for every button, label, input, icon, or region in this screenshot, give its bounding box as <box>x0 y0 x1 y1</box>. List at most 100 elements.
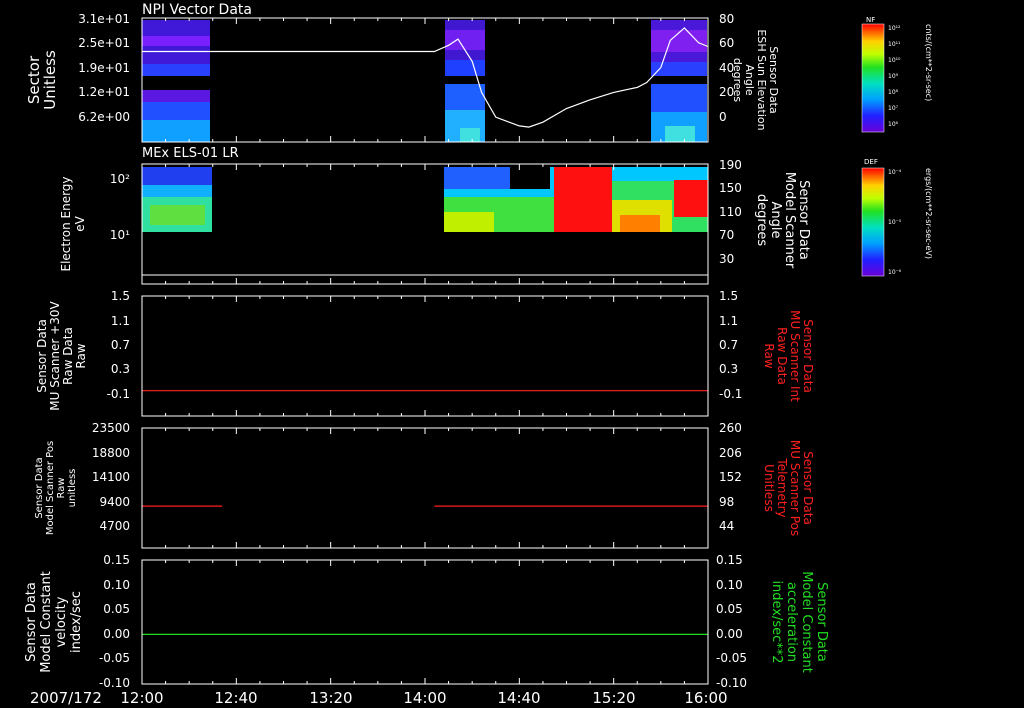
heatmap-block <box>445 60 485 76</box>
ytick-label: 80 <box>719 12 734 26</box>
axis-label-line: Sensor Data <box>796 180 811 260</box>
time-tick-labels: 12:00 12:40 13:20 14:00 14:40 15:20 16:0… <box>120 689 727 707</box>
ytick-label: 6.2e+00 <box>78 110 130 124</box>
ytick-label: 98 <box>719 495 734 509</box>
axis-label-line: unitless <box>67 469 78 508</box>
panel-els: 10² 10¹ 190 150 110 70 30 Electron Energ… <box>59 158 933 285</box>
panel-4-right-label: Sensor Data MU Scanner Pos Telemetry Uni… <box>762 440 815 536</box>
ytick-label: -0.05 <box>716 651 747 665</box>
heatmap-block <box>460 128 480 142</box>
ytick-label: 206 <box>719 446 742 460</box>
panel-3-left-ticklabels: 1.5 1.1 0.7 0.3 -0.1 <box>107 289 130 401</box>
axis-label-line: MU Scanner Pos <box>788 440 802 536</box>
ytick-label: 44 <box>719 519 734 533</box>
axis-label-line: Sensor Data <box>34 457 45 518</box>
ytick-label: 110 <box>719 205 742 219</box>
panel-3-right-ticklabels: 1.5 1.1 0.7 0.3 -0.1 <box>719 289 742 401</box>
panel-2-heatmap <box>142 167 708 232</box>
ytick-label: 0.15 <box>716 553 743 567</box>
ytick-label: 14100 <box>92 470 130 484</box>
panel-3-right-label: Sensor Data MU Scanner Int Raw Data Raw <box>762 310 815 402</box>
axis-label-line: index/sec**2 <box>769 580 784 663</box>
heatmap-block <box>142 64 210 76</box>
colorbar-tick: 10⁻⁴ <box>888 169 902 176</box>
panel-2-title: MEx ELS-01 LR <box>142 146 239 161</box>
time-tick-label: 15:20 <box>592 689 635 707</box>
ytick-label: 2.5e+01 <box>78 36 130 50</box>
ytick-label: 10¹ <box>110 228 130 242</box>
panel-1-frame <box>141 17 709 143</box>
date-label: 2007/172 <box>30 689 102 707</box>
axis-label-line: eV <box>73 215 87 231</box>
heatmap-block <box>445 30 485 50</box>
axis-label-line: Sensor Data <box>35 319 49 393</box>
ytick-label: 3.1e+01 <box>78 12 130 26</box>
axis-label-line: index/sec <box>69 591 84 653</box>
heatmap-block <box>665 126 695 142</box>
panel-1-ticks <box>141 18 709 142</box>
panel-npi-vector: 3.1e+01 2.5e+01 1.9e+01 1.2e+01 6.2e+00 … <box>25 12 933 143</box>
ytick-label: 1.1 <box>111 314 130 328</box>
ytick-label: -0.1 <box>107 387 130 401</box>
ytick-label: 0.10 <box>716 578 743 592</box>
ytick-label: 0.05 <box>103 602 130 616</box>
panel-3-frame <box>141 295 709 417</box>
ytick-label: 0.7 <box>719 338 738 352</box>
axis-label-line: Model Constant <box>799 571 814 673</box>
panel-model-constant: 0.15 0.10 0.05 0.00 -0.05 -0.10 0.15 0.1… <box>24 553 829 690</box>
axis-label-line: Model Constant <box>39 571 54 673</box>
ytick-label: 23500 <box>92 421 130 435</box>
axis-label-line: Telemetry <box>775 457 789 517</box>
ytick-label: 30 <box>719 252 734 266</box>
axis-label-line: degrees <box>754 194 769 247</box>
panel-3-ticks <box>141 296 709 416</box>
panel-1-heatmap <box>142 20 707 142</box>
ytick-label: 0.7 <box>111 338 130 352</box>
ytick-label: 0.00 <box>103 627 130 641</box>
colorbar-gradient <box>861 23 885 133</box>
colorbar-units: cnts/(cm**2-sr-sec) <box>924 24 933 101</box>
ytick-label: 0.00 <box>716 627 743 641</box>
axis-label-line: Sensor Data <box>814 582 829 662</box>
axis-label-line: Raw <box>56 477 67 498</box>
ytick-label: -0.05 <box>99 651 130 665</box>
heatmap-block <box>444 167 510 189</box>
colorbar-nf: NF 10¹² 10¹¹ 10¹⁰ 10⁹ 10⁸ 10⁷ 10⁶ cnts/(… <box>861 16 933 133</box>
heatmap-block <box>620 215 660 232</box>
panel-5-right-ticklabels: 0.15 0.10 0.05 0.00 -0.05 -0.10 <box>716 553 747 690</box>
panel-1-left-label: Sector Unitless <box>25 50 59 110</box>
ytick-label: 1.5 <box>111 289 130 303</box>
colorbar-tick: 10⁸ <box>888 89 899 96</box>
axis-label-line: Sensor Data <box>801 451 815 525</box>
colorbar-tick: 10⁹ <box>888 73 899 80</box>
ytick-label: 190 <box>719 158 742 172</box>
ytick-label: 10² <box>110 172 130 186</box>
panel-4-right-ticklabels: 260 206 152 98 44 <box>719 421 742 533</box>
panel-5-frame <box>141 559 709 685</box>
heatmap-block <box>142 167 212 185</box>
axis-label-line: Raw Data <box>775 327 789 385</box>
heatmap-block <box>142 120 210 142</box>
panel-mu-30v: 1.5 1.1 0.7 0.3 -0.1 1.5 1.1 0.7 0.3 -0.… <box>35 289 815 417</box>
axis-label-line: Raw <box>74 343 88 368</box>
colorbar-label: NF <box>866 16 875 24</box>
panel-2-left-ticklabels: 10² 10¹ <box>110 172 130 242</box>
ytick-label: 4700 <box>99 519 130 533</box>
axis-label-line: Electron Energy <box>59 176 73 271</box>
axis-label-line: degrees <box>731 58 744 103</box>
ytick-label: 9400 <box>99 495 130 509</box>
ytick-label: -0.1 <box>719 387 742 401</box>
sun-elevation-line <box>142 27 709 128</box>
panel-1-left-ticklabels: 3.1e+01 2.5e+01 1.9e+01 1.2e+01 6.2e+00 <box>78 12 130 124</box>
ytick-label: -0.10 <box>99 676 130 690</box>
ytick-label: 70 <box>719 228 734 242</box>
axis-label-line: Raw Data <box>61 327 75 385</box>
heatmap-block <box>142 36 210 46</box>
colorbar-tick: 10⁻⁶ <box>888 269 902 276</box>
ytick-label: -0.10 <box>716 676 747 690</box>
panel-scanner-pos: 23500 18800 14100 9400 4700 260 206 152 … <box>34 421 815 549</box>
ytick-label: 0.15 <box>103 553 130 567</box>
colorbar-ticks: 10⁻⁴ 10⁻⁵ 10⁻⁶ <box>888 169 902 276</box>
axis-label-line: Unitless <box>762 464 776 512</box>
colorbar-tick: 10⁻⁵ <box>888 219 902 226</box>
